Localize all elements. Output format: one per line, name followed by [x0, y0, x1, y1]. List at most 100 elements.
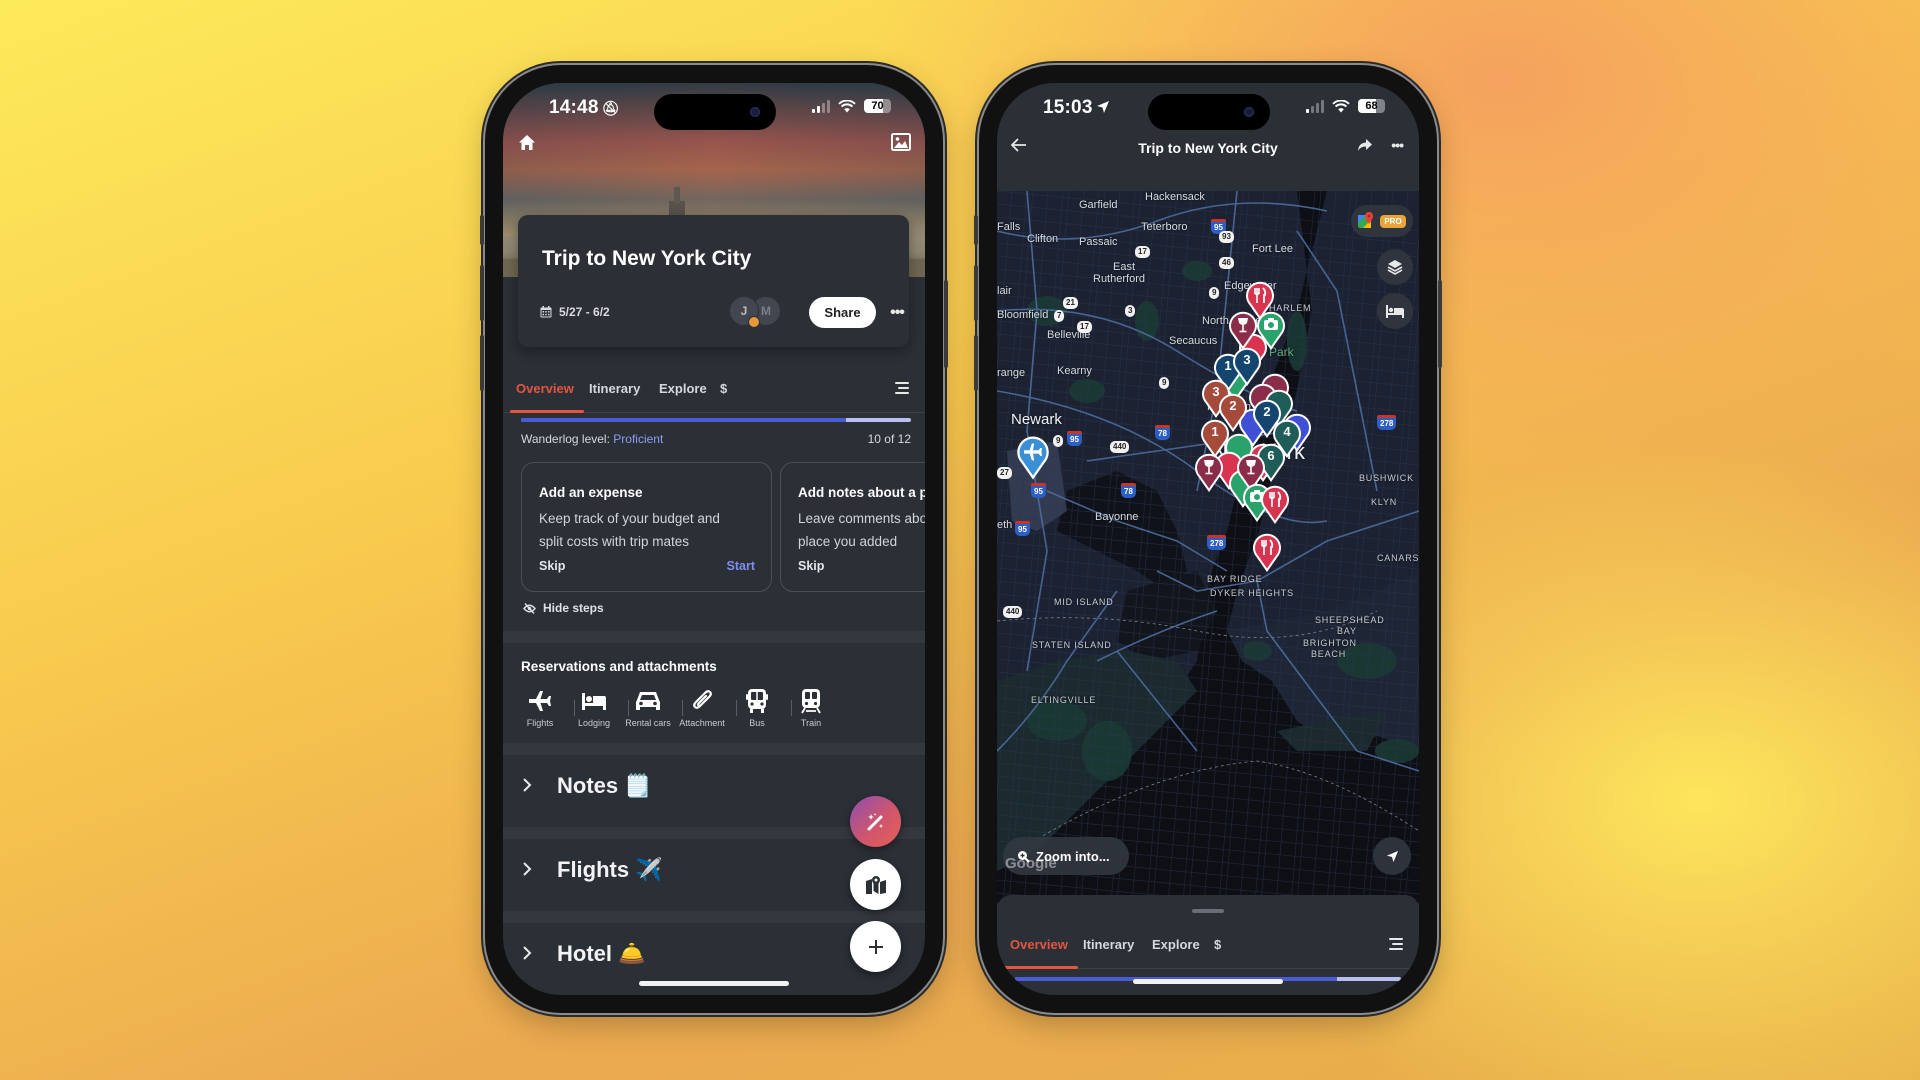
section-title: Flights ✈️	[557, 857, 663, 882]
bell-slash-icon: 🔕︎	[601, 100, 620, 116]
map-pin-bar[interactable]	[1193, 451, 1225, 493]
signal-icon	[1306, 99, 1324, 113]
map-label: BEACH	[1311, 649, 1347, 659]
more-options-button[interactable]: •••	[1391, 137, 1404, 153]
map-label: Newark	[1011, 411, 1062, 428]
map-label: BUSHWICK	[1359, 473, 1414, 483]
page-title: Trip to New York City	[1138, 140, 1278, 156]
owner-badge-icon	[748, 316, 760, 328]
pin-number: 1	[1211, 424, 1219, 439]
highway-shield: 278	[1377, 415, 1397, 430]
tab-overview[interactable]: Overview	[1010, 937, 1068, 952]
status-time: 15:03	[1043, 97, 1110, 119]
airplane-icon: ✈️	[635, 857, 663, 882]
map-label: KLYN	[1371, 497, 1398, 507]
tab-overview[interactable]: Overview	[516, 381, 574, 396]
map-pin-airport[interactable]	[1015, 433, 1051, 481]
share-button[interactable]: Share	[809, 297, 876, 328]
map-label: BRIGHTON	[1303, 638, 1357, 648]
map-layers-button[interactable]	[1377, 249, 1413, 285]
trip-title[interactable]: Trip to New York City	[542, 247, 751, 271]
map-label: Hackensack	[1145, 191, 1205, 203]
highway-shield: 95	[1015, 521, 1030, 536]
map-label: Secaucus	[1169, 335, 1218, 347]
section-title: Notes 🗒️	[557, 773, 652, 798]
highway-shield: 17	[1077, 321, 1092, 333]
map-label: eth	[997, 519, 1013, 531]
trip-map[interactable]: Hackensack Garfield Teterboro Falls Clifton P…	[997, 191, 1419, 903]
map-pin-numbered[interactable]: 3	[1231, 345, 1263, 387]
google-attribution: Google	[1005, 855, 1057, 872]
tab-explore[interactable]: Explore	[659, 381, 707, 396]
trip-tabs: Overview Itinerary Explore $	[997, 923, 1419, 969]
step-description: Leave comments about aplace you added	[798, 511, 925, 549]
power-button	[1438, 280, 1442, 368]
map-pin-restaurant[interactable]	[1251, 531, 1283, 573]
level-count: 10 of 12	[867, 432, 911, 446]
hide-steps-button[interactable]: Hide steps	[523, 601, 604, 615]
action-button	[480, 215, 484, 245]
hamburger-menu-icon[interactable]	[1389, 938, 1403, 953]
start-button[interactable]: Start	[727, 559, 755, 573]
map-label: East	[1113, 261, 1136, 273]
active-tab-indicator	[510, 410, 584, 413]
highway-shield: 46	[1219, 257, 1234, 269]
tab-budget[interactable]: $	[720, 381, 727, 396]
pro-badge: PRO	[1380, 214, 1406, 228]
train-icon	[778, 688, 844, 714]
level-value[interactable]: Proficient	[613, 432, 663, 446]
highway-shield: 440	[1003, 606, 1023, 618]
highway-shield: 278	[1207, 535, 1227, 550]
tab-explore[interactable]: Explore	[1152, 937, 1200, 952]
wifi-icon	[838, 99, 856, 112]
step-title: Add an expense	[539, 485, 643, 500]
tab-budget[interactable]: $	[1214, 937, 1221, 952]
sheet-drag-handle[interactable]	[1192, 909, 1224, 913]
trip-header-card: Trip to New York City 5/27 - 6/2 M J Sha…	[518, 215, 909, 347]
skip-button[interactable]: Skip	[539, 559, 565, 573]
phone-right: Trip to New York City ••• 15:03 68 Hacke…	[974, 65, 1442, 1013]
dynamic-island	[654, 94, 776, 130]
reservation-train-button[interactable]: Train	[778, 688, 844, 728]
map-label: Falls	[997, 221, 1021, 233]
step-description: Keep track of your budget and split costs…	[539, 511, 720, 549]
share-icon[interactable]	[1357, 138, 1373, 152]
skip-button[interactable]: Skip	[798, 559, 824, 573]
highway-shield: 95	[1031, 483, 1046, 498]
dynamic-island	[1148, 94, 1270, 130]
step-card-notes: Add notes about a place Leave comments a…	[780, 462, 925, 592]
hamburger-menu-icon[interactable]	[895, 382, 909, 397]
layers-icon	[1387, 260, 1403, 275]
reservations-title: Reservations and attachments	[521, 659, 717, 674]
eye-slash-icon	[523, 602, 536, 614]
map-label: Garfield	[1079, 199, 1118, 211]
calendar-icon	[540, 306, 552, 318]
avatar[interactable]: J	[729, 296, 760, 328]
map-label: Passaic	[1079, 236, 1118, 248]
action-button	[974, 215, 978, 245]
signal-icon	[812, 99, 830, 113]
trip-dates[interactable]: 5/27 - 6/2	[540, 305, 610, 319]
google-maps-pro-button[interactable]: PRO	[1351, 205, 1413, 237]
pin-number: 4	[1283, 424, 1291, 439]
map-label: Fort Lee	[1252, 243, 1293, 255]
map-label: CANARS	[1377, 553, 1419, 563]
active-tab-indicator	[1004, 966, 1078, 969]
map-view-button[interactable]	[850, 859, 901, 910]
tab-itinerary[interactable]: Itinerary	[589, 381, 640, 396]
wanderlog-level: Wanderlog level: Proficient	[521, 432, 664, 446]
my-location-button[interactable]	[1373, 837, 1411, 875]
map-label: Teterboro	[1141, 221, 1188, 233]
add-button[interactable]	[850, 921, 901, 972]
collaborator-avatars[interactable]: M J	[729, 296, 781, 328]
wanderlog-level-progress	[521, 418, 911, 422]
highway-shield: 27	[997, 467, 1012, 479]
ai-assist-button[interactable]	[850, 796, 901, 847]
map-pin-restaurant[interactable]	[1259, 483, 1291, 525]
map-label: BAY	[1337, 626, 1357, 636]
tab-itinerary[interactable]: Itinerary	[1083, 937, 1134, 952]
more-options-button[interactable]: •••	[885, 297, 909, 328]
map-label: Bayonne	[1095, 511, 1139, 523]
lodging-filter-button[interactable]	[1377, 293, 1413, 329]
section-divider	[503, 911, 925, 923]
